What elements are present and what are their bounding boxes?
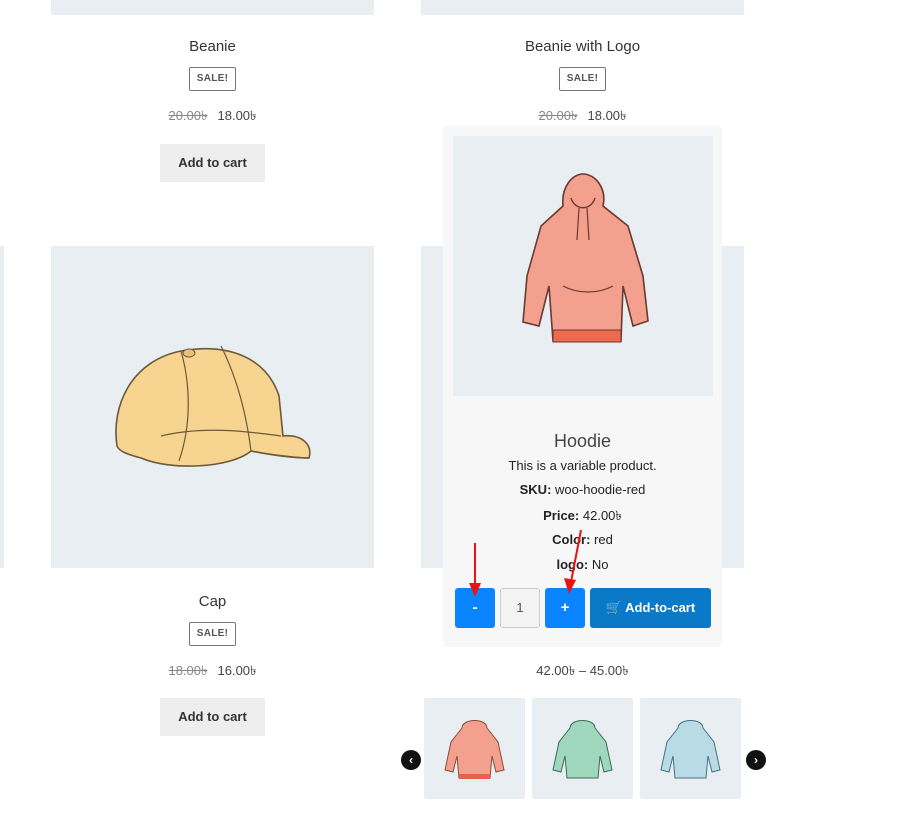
annotation-arrows [469,529,582,597]
annotation-arrow-minus [469,543,481,597]
annotation-arrow-plus [564,529,582,594]
